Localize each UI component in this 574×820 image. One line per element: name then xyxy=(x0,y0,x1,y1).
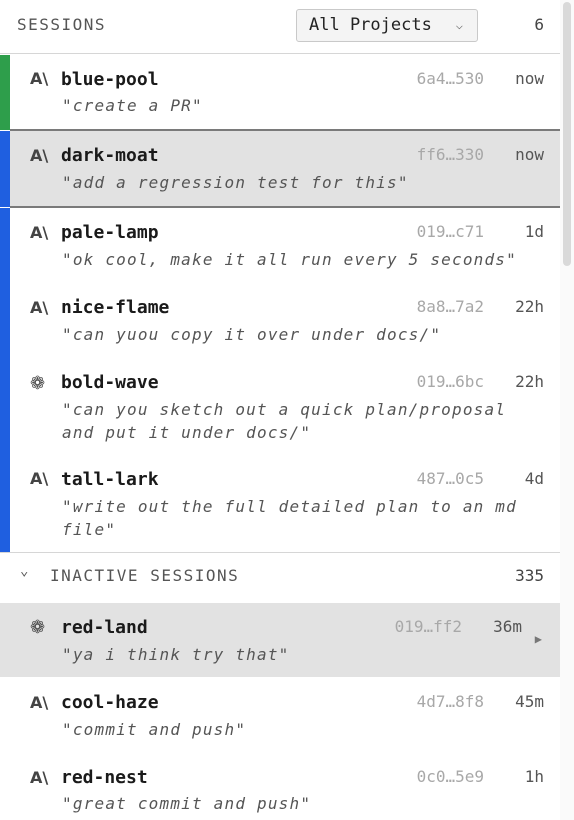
session-row[interactable]: A\ pale-lamp 019…c71 1d "ok cool, make i… xyxy=(0,208,560,283)
inactive-sessions-toggle[interactable]: ⌄ INACTIVE SESSIONS 335 xyxy=(0,552,560,596)
inactive-sessions-label: INACTIVE SESSIONS xyxy=(50,566,240,585)
session-message: "ya i think try that" xyxy=(62,645,290,664)
scrollbar-thumb[interactable] xyxy=(563,2,571,266)
anthropic-icon: A\ xyxy=(30,298,49,317)
session-hash: 487…0c5 xyxy=(416,469,484,488)
session-message: "great commit and push" xyxy=(62,794,312,813)
session-row[interactable]: ❁ bold-wave 019…6bc 22h "can you sketch … xyxy=(0,358,560,455)
project-filter-dropdown[interactable]: All Projects ⌵ xyxy=(296,9,478,42)
session-row[interactable]: A\ red-nest 0c0…5e9 1h "great commit and… xyxy=(0,753,560,820)
anthropic-icon: A\ xyxy=(30,693,49,712)
session-age: 22h xyxy=(515,372,544,391)
session-message: "can yuou copy it over under docs/" xyxy=(62,325,442,344)
chevron-down-icon: ⌵ xyxy=(455,18,463,32)
session-name: dark-moat xyxy=(61,145,159,166)
session-row[interactable]: A\ tall-lark 487…0c5 4d "write out the f… xyxy=(0,455,560,552)
session-hash: 8a8…7a2 xyxy=(416,297,484,316)
session-age: 22h xyxy=(515,297,544,316)
resume-play-icon[interactable]: ▶ xyxy=(535,632,542,646)
session-message: "commit and push" xyxy=(62,720,247,739)
status-bar xyxy=(0,55,10,130)
session-age: now xyxy=(515,145,544,164)
session-name: red-land xyxy=(61,617,148,638)
status-bar xyxy=(0,131,10,207)
session-name: cool-haze xyxy=(61,692,159,713)
session-row[interactable]: A\ cool-haze 4d7…8f8 45m "commit and pus… xyxy=(0,678,560,753)
session-message: "write out the full detailed plan to an … xyxy=(62,497,517,539)
project-filter-label: All Projects xyxy=(309,15,432,35)
status-bar xyxy=(0,358,10,455)
session-message: "add a regression test for this" xyxy=(62,173,409,192)
session-age: 4d xyxy=(524,469,544,488)
session-name: pale-lamp xyxy=(61,222,159,243)
sessions-header: SESSIONS All Projects ⌵ 6 xyxy=(0,0,560,54)
session-name: tall-lark xyxy=(61,469,159,490)
status-bar xyxy=(0,208,10,283)
session-name: red-nest xyxy=(61,767,148,788)
openai-icon: ❁ xyxy=(30,617,46,638)
session-age: 1d xyxy=(524,222,544,241)
chevron-down-icon: ⌄ xyxy=(20,563,29,579)
anthropic-icon: A\ xyxy=(30,469,49,488)
session-hash: 4d7…8f8 xyxy=(416,692,484,711)
anthropic-icon: A\ xyxy=(30,223,49,242)
session-name: blue-pool xyxy=(61,69,159,90)
inactive-sessions-count: 335 xyxy=(515,566,544,585)
session-message: "ok cool, make it all run every 5 second… xyxy=(62,250,517,269)
session-age: now xyxy=(515,69,544,88)
session-age: 36m xyxy=(493,617,522,636)
session-age: 1h xyxy=(524,767,544,786)
session-hash: 6a4…530 xyxy=(416,69,484,88)
session-hash: 019…c71 xyxy=(416,222,484,241)
session-row[interactable]: A\ nice-flame 8a8…7a2 22h "can yuou copy… xyxy=(0,283,560,358)
session-name: bold-wave xyxy=(61,372,159,393)
session-hash: 0c0…5e9 xyxy=(416,767,484,786)
session-hash: 019…ff2 xyxy=(394,617,462,636)
session-hash: ff6…330 xyxy=(416,145,484,164)
session-row[interactable]: ❁ red-land 019…ff2 36m ▶ "ya i think try… xyxy=(0,603,560,677)
anthropic-icon: A\ xyxy=(30,146,49,165)
sessions-title: SESSIONS xyxy=(17,15,107,34)
session-row[interactable]: A\ dark-moat ff6…330 now "add a regressi… xyxy=(0,131,560,207)
status-bar xyxy=(0,283,10,358)
anthropic-icon: A\ xyxy=(30,768,49,787)
session-count: 6 xyxy=(534,15,544,34)
session-message: "create a PR" xyxy=(62,96,203,115)
session-row[interactable]: A\ blue-pool 6a4…530 now "create a PR" xyxy=(0,55,560,130)
session-message: "can you sketch out a quick plan/proposa… xyxy=(62,400,507,442)
openai-icon: ❁ xyxy=(30,373,46,394)
anthropic-icon: A\ xyxy=(30,69,49,88)
session-age: 45m xyxy=(515,692,544,711)
session-name: nice-flame xyxy=(61,297,170,318)
session-hash: 019…6bc xyxy=(416,372,484,391)
status-bar xyxy=(0,455,10,552)
